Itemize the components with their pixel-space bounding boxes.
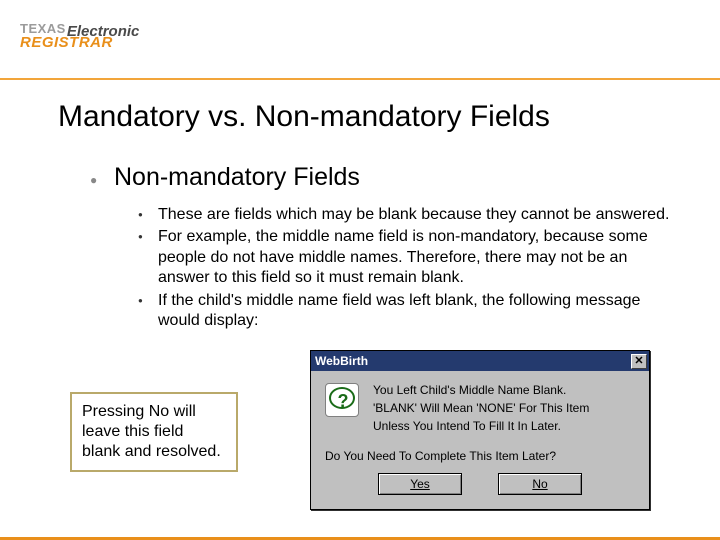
dialog-message-line: 'BLANK' Will Mean 'NONE' For This Item — [373, 401, 635, 416]
dialog-prompt: Do You Need To Complete This Item Later? — [311, 443, 649, 473]
close-icon[interactable]: ✕ — [631, 354, 647, 369]
dialog: WebBirth ✕ ? You Left Child's Middle Nam… — [310, 350, 650, 510]
slide: TEXASElectronic REGISTRAR Mandatory vs. … — [0, 0, 720, 540]
yes-button-label: Yes — [410, 477, 430, 491]
callout-box: Pressing No will leave this field blank … — [70, 392, 238, 472]
dialog-message-line: You Left Child's Middle Name Blank. — [373, 383, 635, 398]
yes-button[interactable]: Yes — [378, 473, 462, 495]
section-heading: Non-mandatory Fields — [88, 163, 360, 192]
dialog-message: You Left Child's Middle Name Blank. 'BLA… — [373, 383, 635, 437]
bullet-item: These are fields which may be blank beca… — [134, 205, 674, 225]
section-heading-text: Non-mandatory Fields — [114, 163, 360, 192]
header-stripe — [0, 78, 720, 80]
no-button[interactable]: No — [498, 473, 582, 495]
dialog-screenshot: WebBirth ✕ ? You Left Child's Middle Nam… — [310, 350, 650, 510]
dialog-title-text: WebBirth — [315, 354, 368, 368]
bullet-item: For example, the middle name field is no… — [134, 227, 674, 288]
logo: TEXASElectronic REGISTRAR — [20, 22, 139, 50]
bullet-list: These are fields which may be blank beca… — [134, 205, 674, 334]
dialog-body: ? You Left Child's Middle Name Blank. 'B… — [311, 371, 649, 443]
question-icon: ? — [325, 383, 359, 417]
dialog-titlebar: WebBirth ✕ — [311, 351, 649, 371]
logo-electronic: Electronic — [67, 24, 140, 39]
no-button-label: No — [532, 477, 547, 491]
dialog-button-row: Yes No — [311, 473, 649, 509]
dialog-message-line: Unless You Intend To Fill It In Later. — [373, 419, 635, 434]
page-title: Mandatory vs. Non-mandatory Fields — [58, 100, 550, 134]
bullet-item: If the child's middle name field was lef… — [134, 291, 674, 332]
